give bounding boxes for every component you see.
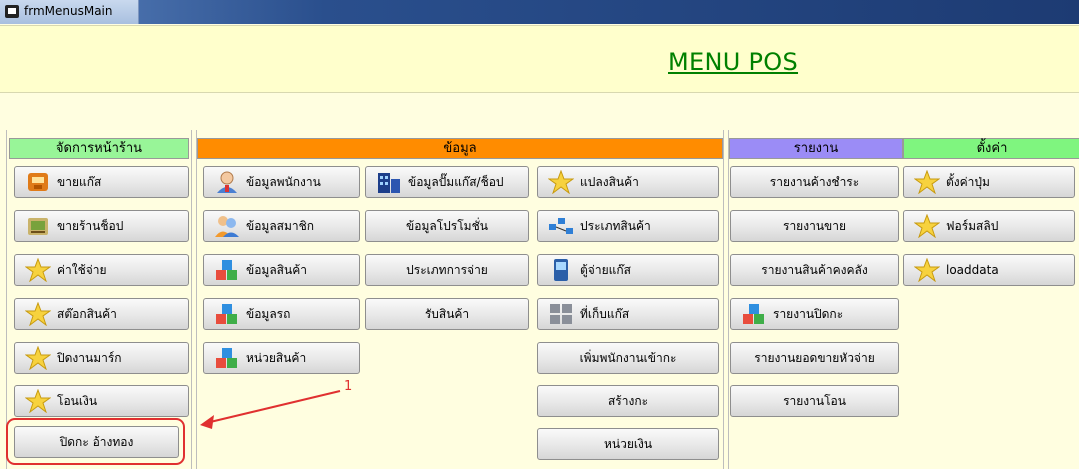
promotion-data-label: ข้อมูลโปรโมชั่น [406,218,488,233]
cubes-icon [214,302,240,326]
star-icon [25,346,51,370]
sell-shop-label: ขายร้านช็อป [57,218,124,233]
vehicle-data-button[interactable]: ข้อมูลรถ [203,298,360,330]
outstanding-report-button[interactable]: รายงานค้างชำระ [730,166,899,198]
shift-close-report-label: รายงานปิดกะ [773,306,844,321]
create-shift-label: สร้างกะ [607,393,649,408]
employee-data-button[interactable]: ข้อมูลพนักงาน [203,166,360,198]
annotation-number: 1 [344,379,353,394]
grid-icon [548,302,574,326]
star-icon [25,302,51,326]
add-employee-shift-button[interactable]: เพิ่มพนักงานเข้ากะ [537,342,719,374]
gas-dispenser-button[interactable]: ตู้จ่ายแก๊ส [537,254,719,286]
payment-type-label: ประเภทการจ่าย [406,262,488,277]
pump-shop-data-label: ข้อมูลปั๊มแก๊ส/ช็อป [408,174,504,189]
member-data-button[interactable]: ข้อมูลสมาชิก [203,210,360,242]
add-employee-shift-label: เพิ่มพนักงานเข้ากะ [579,350,677,365]
close-mark-button[interactable]: ปิดงานมาร์ก [14,342,189,374]
star-icon [25,258,51,282]
member-data-label: ข้อมูลสมาชิก [246,218,315,233]
sell-gas-label: ขายแก๊ส [57,174,102,189]
star-icon [548,170,574,194]
convert-product-label: แปลงสินค้า [580,174,639,189]
star-icon [914,214,940,238]
gas-storage-label: ที่เก็บแก๊ส [580,306,630,321]
sales-report-button[interactable]: รายงานขาย [730,210,899,242]
hierarchy-icon [548,214,574,238]
star-icon [914,258,940,282]
star-icon [914,170,940,194]
window-tab[interactable]: frmMenusMain [0,0,139,24]
cubes-icon [214,346,240,370]
section-header-report: รายงาน [729,138,903,159]
window-titlebar: frmMenusMain [0,0,1079,24]
loaddata-button[interactable]: loaddata [903,254,1075,286]
product-unit-button[interactable]: หน่วยสินค้า [203,342,360,374]
money-unit-label: หน่วยเงิน [603,436,653,451]
slip-form-button[interactable]: ฟอร์มสลิป [903,210,1075,242]
header-band [0,25,1079,93]
user-icon [214,170,240,194]
transfer-report-label: รายงานโอน [783,393,846,408]
section-header-front: จัดการหน้าร้าน [9,138,189,159]
create-shift-button[interactable]: สร้างกะ [537,385,719,417]
slip-form-label: ฟอร์มสลิป [946,218,999,233]
employee-data-label: ข้อมูลพนักงาน [246,174,321,189]
highlight-outline [6,418,185,465]
convert-product-button[interactable]: แปลงสินค้า [537,166,719,198]
inventory-report-label: รายงานสินค้าคงคลัง [761,262,868,277]
inventory-report-button[interactable]: รายงานสินค้าคงคลัง [730,254,899,286]
loaddata-label: loaddata [946,263,999,277]
building-icon [376,170,402,194]
window-title: frmMenusMain [24,4,113,18]
vehicle-data-label: ข้อมูลรถ [246,306,291,321]
section-header-data: ข้อมูล [197,138,723,159]
section-header-settings: ตั้งค่า [903,138,1079,159]
payment-type-button[interactable]: ประเภทการจ่าย [365,254,529,286]
dispenser-sales-report-button[interactable]: รายงานยอดขายหัวจ่าย [730,342,899,374]
transfer-money-button[interactable]: โอนเงิน [14,385,189,417]
page-title: MENU POS [668,48,799,76]
cubes-icon [741,302,767,326]
product-unit-label: หน่วยสินค้า [246,350,307,365]
shift-close-report-button[interactable]: รายงานปิดกะ [730,298,899,330]
product-data-button[interactable]: ข้อมูลสินค้า [203,254,360,286]
receive-goods-label: รับสินค้า [424,306,470,321]
transfer-report-button[interactable]: รายงานโอน [730,385,899,417]
product-type-button[interactable]: ประเภทสินค้า [537,210,719,242]
sales-report-label: รายงานขาย [783,218,846,233]
app-icon [5,5,19,18]
sell-shop-button[interactable]: ขายร้านช็อป [14,210,189,242]
transfer-money-label: โอนเงิน [57,393,98,408]
device-icon [548,258,574,282]
button-settings-label: ตั้งค่าปุ่ม [946,174,990,189]
expenses-label: ค่าใช้จ่าย [57,262,107,277]
annotation-arrow [200,390,341,429]
gas-storage-button[interactable]: ที่เก็บแก๊ส [537,298,719,330]
product-data-label: ข้อมูลสินค้า [246,262,307,277]
star-icon [25,389,51,413]
product-type-label: ประเภทสินค้า [580,218,651,233]
close-mark-label: ปิดงานมาร์ก [57,350,122,365]
money-unit-button[interactable]: หน่วยเงิน [537,428,719,460]
dispenser-sales-report-label: รายงานยอดขายหัวจ่าย [754,350,875,365]
members-icon [214,214,240,238]
pump-shop-data-button[interactable]: ข้อมูลปั๊มแก๊ส/ช็อป [365,166,529,198]
stock-label: สต๊อกสินค้า [57,306,117,321]
sell-gas-button[interactable]: ขายแก๊ส [14,166,189,198]
stock-button[interactable]: สต๊อกสินค้า [14,298,189,330]
shop-icon [25,214,51,238]
expenses-button[interactable]: ค่าใช้จ่าย [14,254,189,286]
button-settings-button[interactable]: ตั้งค่าปุ่ม [903,166,1075,198]
gas-pump-icon [25,170,51,194]
cubes-icon [214,258,240,282]
gas-dispenser-label: ตู้จ่ายแก๊ส [580,262,631,277]
promotion-data-button[interactable]: ข้อมูลโปรโมชั่น [365,210,529,242]
receive-goods-button[interactable]: รับสินค้า [365,298,529,330]
outstanding-report-label: รายงานค้างชำระ [769,174,860,189]
